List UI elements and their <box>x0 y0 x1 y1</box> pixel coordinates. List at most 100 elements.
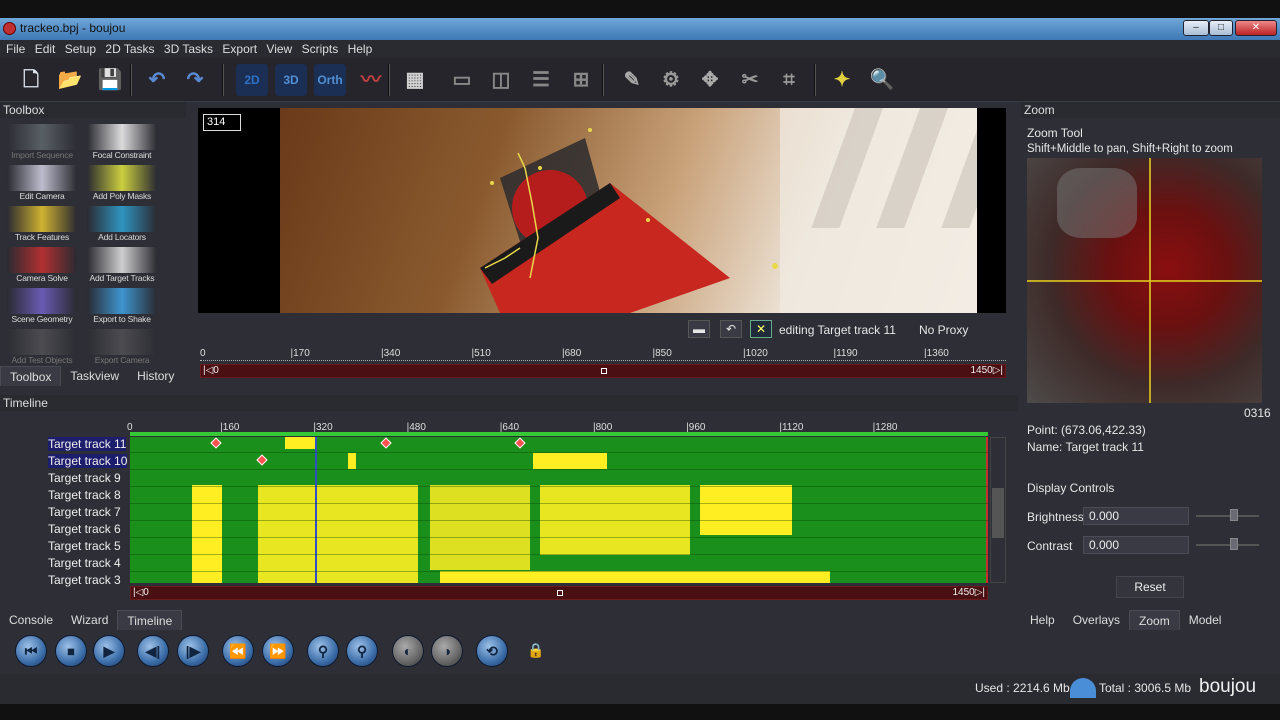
menu-2d-tasks[interactable]: 2D Tasks <box>99 40 154 56</box>
view-3d-button[interactable]: 3D <box>275 64 307 96</box>
tool-camera-solve[interactable]: Camera Solve <box>4 245 80 285</box>
timeline-scroll-thumb[interactable] <box>992 488 1004 538</box>
contrast-slider[interactable] <box>1196 544 1259 546</box>
tool-add-test-objects[interactable]: Add Test Objects <box>4 327 80 367</box>
edit-track-icon[interactable]: ✕ <box>750 320 772 338</box>
view-2d-button[interactable]: 2D <box>236 64 268 96</box>
track-row-label[interactable]: Target track 11 <box>48 437 127 451</box>
track-row-label[interactable]: Target track 3 <box>48 573 121 587</box>
menu-view[interactable]: View <box>260 40 292 56</box>
reset-button[interactable]: Reset <box>1116 576 1184 598</box>
display-mode-icon[interactable]: ▬ <box>688 320 710 338</box>
menu-file[interactable]: File <box>0 40 25 56</box>
hint-icon[interactable]: ✦ <box>826 64 858 96</box>
track-row-label[interactable]: Target track 6 <box>48 522 121 536</box>
minimize-button[interactable]: – <box>1183 20 1209 36</box>
timeline-range-handle[interactable] <box>557 590 563 596</box>
transport-button[interactable]: ⚲ <box>307 635 339 667</box>
redo-icon[interactable]: ↷ <box>179 64 211 96</box>
tab-model[interactable]: Model <box>1180 610 1231 630</box>
tab-wizard[interactable]: Wizard <box>62 610 117 630</box>
tool-export-camera[interactable]: Export Camera <box>84 327 160 367</box>
graph-view-icon[interactable]: 〰 <box>355 64 387 96</box>
timeline-range-bar[interactable]: |◁0 1450▷| <box>130 586 988 600</box>
save-icon[interactable]: 💾 <box>94 64 126 96</box>
grid-view-icon[interactable]: ▦ <box>399 64 431 96</box>
close-button[interactable]: ✕ <box>1235 20 1277 36</box>
transport-button[interactable]: ⏪ <box>222 635 254 667</box>
view-orth-button[interactable]: Orth <box>314 64 346 96</box>
tool-focal-constraint[interactable]: Focal Constraint <box>84 122 160 162</box>
track-row-label[interactable]: Target track 8 <box>48 488 121 502</box>
tool-d-icon[interactable]: ✂ <box>734 64 766 96</box>
track-row-label[interactable]: Target track 7 <box>48 505 121 519</box>
brightness-knob[interactable] <box>1230 509 1238 521</box>
menu-setup[interactable]: Setup <box>59 40 96 56</box>
tab-history[interactable]: History <box>128 366 183 386</box>
brightness-slider[interactable] <box>1196 515 1259 517</box>
tab-console[interactable]: Console <box>0 610 62 630</box>
menu-3d-tasks[interactable]: 3D Tasks <box>158 40 213 56</box>
tool-scene-geometry[interactable]: Scene Geometry <box>4 286 80 326</box>
layout-quad-icon[interactable]: ⊞ <box>565 64 597 96</box>
layout-single-icon[interactable]: ▭ <box>446 64 478 96</box>
menu-export[interactable]: Export <box>216 40 257 56</box>
track-coverage-grid[interactable] <box>130 437 988 583</box>
timeline-scrollbar[interactable] <box>990 437 1006 583</box>
layout-split-icon[interactable]: ◫ <box>485 64 517 96</box>
tool-import-sequence[interactable]: Import Sequence <box>4 122 80 162</box>
track-row-label[interactable]: Target track 10 <box>48 454 128 468</box>
tool-edit-camera[interactable]: Edit Camera <box>4 163 80 203</box>
brightness-field[interactable]: 0.000 <box>1083 507 1189 525</box>
tool-add-locators[interactable]: Add Locators <box>84 204 160 244</box>
menu-help[interactable]: Help <box>342 40 373 56</box>
tab-taskview[interactable]: Taskview <box>61 366 128 386</box>
viewer-range-handle[interactable] <box>601 368 607 374</box>
tab-zoom[interactable]: Zoom <box>1129 610 1180 630</box>
footage-frame[interactable] <box>280 108 977 313</box>
contrast-field[interactable]: 0.000 <box>1083 536 1189 554</box>
tool-track-features[interactable]: Track Features <box>4 204 80 244</box>
transport-button[interactable]: ⚲ <box>346 635 378 667</box>
transport-button[interactable]: ◐ <box>392 635 424 667</box>
menu-scripts[interactable]: Scripts <box>296 40 339 56</box>
tab-toolbox[interactable]: Toolbox <box>0 366 62 386</box>
tool-add-poly-masks[interactable]: Add Poly Masks <box>84 163 160 203</box>
tool-b-icon[interactable]: ⚙ <box>655 64 687 96</box>
track-row-label[interactable]: Target track 9 <box>48 471 121 485</box>
keyframe-marker[interactable] <box>210 437 222 449</box>
undo-view-icon[interactable]: ↶ <box>720 320 742 338</box>
zoom-icon[interactable]: 🔍 <box>866 64 898 96</box>
maximize-button[interactable]: □ <box>1209 20 1233 36</box>
new-file-icon[interactable]: 🗋 <box>15 64 47 96</box>
contrast-knob[interactable] <box>1230 538 1238 550</box>
open-folder-icon[interactable]: 📂 <box>54 64 86 96</box>
menu-edit[interactable]: Edit <box>29 40 56 56</box>
transport-button[interactable]: ⏩ <box>262 635 294 667</box>
tool-c-icon[interactable]: ✥ <box>694 64 726 96</box>
tool-export-to-shake[interactable]: Export to Shake <box>84 286 160 326</box>
keyframe-marker[interactable] <box>256 454 268 466</box>
transport-button[interactable]: ◑ <box>431 635 463 667</box>
select-region-icon[interactable]: ⌗ <box>773 64 805 96</box>
zoom-magnified-view[interactable] <box>1027 158 1262 403</box>
track-row-label[interactable]: Target track 4 <box>48 556 121 570</box>
transport-button[interactable]: ⟲ <box>476 635 508 667</box>
tab-help[interactable]: Help <box>1021 610 1064 630</box>
transport-button[interactable]: ◀| <box>137 635 169 667</box>
tab-timeline[interactable]: Timeline <box>117 610 183 630</box>
transport-button[interactable]: ⏮ <box>15 635 47 667</box>
tool-a-icon[interactable]: ✎ <box>616 64 648 96</box>
tool-add-target-tracks[interactable]: Add Target Tracks <box>84 245 160 285</box>
tab-overlays[interactable]: Overlays <box>1064 610 1129 630</box>
keyframe-marker[interactable] <box>514 437 526 449</box>
track-row-label[interactable]: Target track 5 <box>48 539 121 553</box>
transport-button[interactable]: ▶ <box>93 635 125 667</box>
transport-button[interactable]: 🔒 <box>521 635 553 667</box>
keyframe-marker[interactable] <box>380 437 392 449</box>
transport-button[interactable]: ⏹ <box>55 635 87 667</box>
transport-button[interactable]: |▶ <box>177 635 209 667</box>
viewer-range-bar[interactable]: |◁0 1450▷| <box>200 364 1006 378</box>
layout-stack-icon[interactable]: ☰ <box>525 64 557 96</box>
timeline-playhead[interactable] <box>315 437 317 583</box>
